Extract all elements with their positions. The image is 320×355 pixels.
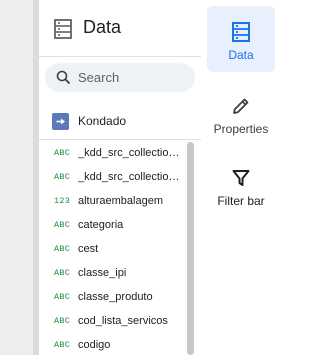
- data-panel: Data Kondado ABC _kdd_src_collection_nam…: [39, 0, 202, 355]
- text-type-icon: ABC: [54, 268, 71, 278]
- text-type-icon: ABC: [54, 172, 71, 182]
- search-icon: [56, 70, 71, 85]
- database-icon: [52, 18, 74, 40]
- field-row[interactable]: ABC categoria: [39, 213, 201, 237]
- field-row[interactable]: ABC classe_ipi: [39, 261, 201, 285]
- field-name: _kdd_src_collection_name: [78, 147, 181, 159]
- tab-properties-label: Properties: [213, 122, 269, 136]
- divider: [39, 139, 201, 140]
- field-list-scrollbar[interactable]: [187, 142, 194, 355]
- field-name: classe_ipi: [78, 267, 127, 279]
- tab-properties[interactable]: Properties: [207, 84, 275, 144]
- text-type-icon: ABC: [54, 244, 71, 254]
- filter-icon: [232, 170, 250, 186]
- field-row[interactable]: ABC cod_lista_servicos: [39, 309, 201, 333]
- panel-header: Data: [39, 0, 201, 57]
- number-type-icon: 123: [54, 196, 71, 206]
- text-type-icon: ABC: [54, 316, 71, 326]
- text-type-icon: ABC: [54, 148, 71, 158]
- tab-filter-bar[interactable]: Filter bar: [207, 156, 275, 216]
- field-name: _kdd_src_collection_id: [78, 171, 181, 183]
- search-box[interactable]: [45, 63, 195, 92]
- text-type-icon: ABC: [54, 220, 71, 230]
- tab-filter-bar-label: Filter bar: [217, 194, 265, 208]
- data-source-icon: [232, 22, 250, 42]
- pencil-icon: [233, 98, 249, 114]
- field-name: cest: [78, 243, 99, 255]
- field-row[interactable]: ABC classe_produto: [39, 285, 201, 309]
- data-source-icon: [52, 113, 69, 130]
- text-type-icon: ABC: [54, 340, 71, 350]
- field-list: ABC _kdd_src_collection_name ABC _kdd_sr…: [39, 141, 201, 355]
- right-rail: Data Properties Filter bar: [201, 0, 278, 355]
- data-source-row[interactable]: Kondado: [39, 110, 201, 134]
- text-type-icon: ABC: [54, 292, 71, 302]
- field-row[interactable]: 123 alturaembalagem: [39, 189, 201, 213]
- field-row[interactable]: ABC _kdd_src_collection_name: [39, 141, 201, 165]
- field-row[interactable]: ABC _kdd_src_collection_id: [39, 165, 201, 189]
- field-name: categoria: [78, 219, 124, 231]
- tab-data[interactable]: Data: [207, 6, 275, 72]
- canvas-area: [0, 0, 33, 355]
- data-source-name: Kondado: [78, 114, 127, 128]
- panel-title: Data: [83, 17, 122, 37]
- field-row[interactable]: ABC cest: [39, 237, 201, 261]
- field-name: alturaembalagem: [78, 195, 163, 207]
- field-row[interactable]: ABC codigo: [39, 333, 201, 355]
- field-name: classe_produto: [78, 291, 153, 303]
- tab-data-label: Data: [228, 48, 254, 62]
- field-name: cod_lista_servicos: [78, 315, 168, 327]
- field-name: codigo: [78, 339, 111, 351]
- search-input[interactable]: [78, 68, 186, 87]
